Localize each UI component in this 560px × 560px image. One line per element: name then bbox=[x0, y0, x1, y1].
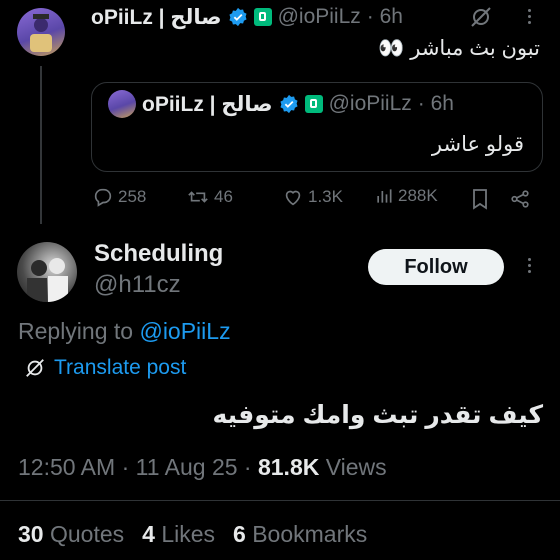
reply-time[interactable]: 12:50 AM bbox=[18, 454, 115, 480]
translate-post[interactable]: Translate post bbox=[24, 356, 186, 380]
quotes-stat[interactable]: 30 Quotes bbox=[18, 521, 124, 548]
quoted-header: oPiiLz | صالح @ioPiiLz · 6h bbox=[142, 90, 454, 118]
replying-to: Replying to @ioPiiLz bbox=[18, 318, 231, 345]
quoted-tweet-text: قولو عاشر bbox=[431, 133, 524, 156]
grok-icon[interactable] bbox=[469, 5, 493, 29]
thread-line bbox=[40, 66, 42, 224]
parent-more-icon[interactable] bbox=[528, 9, 531, 24]
reply-views-count: 81.8K bbox=[257, 454, 320, 480]
share-icon[interactable] bbox=[509, 188, 531, 215]
parent-handle[interactable]: @ioPiiLz bbox=[278, 5, 361, 29]
parent-display-name[interactable]: oPiiLz | صالح bbox=[91, 5, 222, 30]
reply-stats: 30 Quotes 4 Likes 6 Bookmarks bbox=[18, 521, 367, 548]
quoted-time: · 6h bbox=[417, 92, 454, 115]
reply-avatar[interactable] bbox=[17, 242, 77, 302]
affiliate-badge-icon bbox=[304, 95, 323, 113]
replying-handle-link[interactable]: @ioPiiLz bbox=[139, 318, 230, 344]
quoted-avatar bbox=[108, 90, 136, 118]
reply-handle[interactable]: @h11cz bbox=[94, 271, 181, 299]
bookmarks-label: Bookmarks bbox=[252, 521, 368, 547]
affiliate-badge-icon bbox=[253, 8, 272, 26]
quoted-display-name: oPiiLz | صالح bbox=[142, 92, 273, 116]
bookmarks-count: 6 bbox=[233, 521, 246, 547]
reply-display-name[interactable]: Scheduling bbox=[94, 240, 223, 268]
reply-views-label: Views bbox=[325, 454, 387, 480]
parent-time[interactable]: · 6h bbox=[367, 5, 403, 29]
quotes-count: 30 bbox=[18, 521, 44, 547]
likes-stat[interactable]: 4 Likes bbox=[142, 521, 215, 548]
parent-header: oPiiLz | صالح @ioPiiLz · 6h bbox=[91, 3, 403, 31]
replying-prefix: Replying to bbox=[18, 318, 134, 344]
bookmark-icon[interactable] bbox=[470, 188, 490, 215]
likes-count: 4 bbox=[142, 521, 155, 547]
quoted-handle: @ioPiiLz bbox=[328, 92, 412, 115]
bookmarks-stat[interactable]: 6 Bookmarks bbox=[233, 521, 367, 548]
translate-label: Translate post bbox=[54, 356, 187, 379]
like-icon bbox=[285, 190, 301, 206]
repost-count: 46 bbox=[214, 187, 233, 206]
translate-icon bbox=[26, 359, 44, 377]
likes-label: Likes bbox=[161, 521, 216, 547]
like-action[interactable]: 1.3K bbox=[282, 186, 343, 208]
verified-icon bbox=[228, 7, 248, 27]
verified-icon bbox=[279, 94, 299, 114]
reply-tweet-text: كيف تقدر تبث وامك متوفيه bbox=[212, 401, 543, 429]
views-count: 288K bbox=[398, 186, 438, 205]
reply-more-icon[interactable] bbox=[528, 258, 531, 273]
stats-divider bbox=[0, 500, 560, 501]
like-count: 1.3K bbox=[308, 187, 343, 206]
reply-count: 258 bbox=[118, 187, 147, 206]
quotes-label: Quotes bbox=[49, 521, 125, 547]
reply-action[interactable]: 258 bbox=[92, 186, 146, 208]
repost-action[interactable]: 46 bbox=[186, 186, 233, 208]
reply-meta: 12:50 AM · 11 Aug 25 · 81.8K Views bbox=[18, 454, 387, 481]
repost-icon bbox=[188, 191, 208, 203]
parent-avatar[interactable] bbox=[17, 8, 65, 56]
reply-icon bbox=[94, 188, 112, 207]
follow-button[interactable]: Follow bbox=[368, 249, 504, 285]
views-icon bbox=[377, 189, 392, 203]
reply-date[interactable]: · 11 Aug 25 · bbox=[122, 454, 252, 480]
views-action[interactable]: 288K bbox=[374, 186, 438, 206]
parent-tweet-text: تبون بث مباشر 👀 bbox=[378, 37, 540, 60]
